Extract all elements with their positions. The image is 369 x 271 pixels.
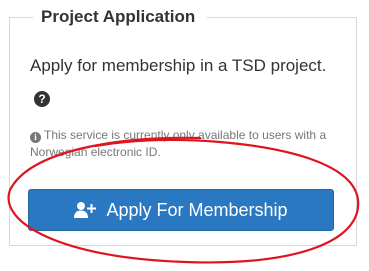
panel-description: Apply for membership in a TSD project.? — [30, 51, 340, 111]
panel-legend: Project Application — [33, 6, 208, 28]
notice-text: This service is currently only available… — [30, 128, 327, 159]
question-circle-icon[interactable]: ? — [34, 91, 50, 107]
description-text: Apply for membership in a TSD project. — [30, 56, 327, 75]
apply-button-label: Apply For Membership — [106, 199, 288, 220]
user-plus-icon — [74, 202, 97, 218]
project-application-widget: Project Application Apply for membership… — [0, 0, 369, 271]
availability-notice: i This service is currently only availabl… — [30, 127, 330, 161]
apply-for-membership-button[interactable]: Apply For Membership — [28, 189, 334, 231]
info-circle-icon: i — [30, 132, 41, 143]
